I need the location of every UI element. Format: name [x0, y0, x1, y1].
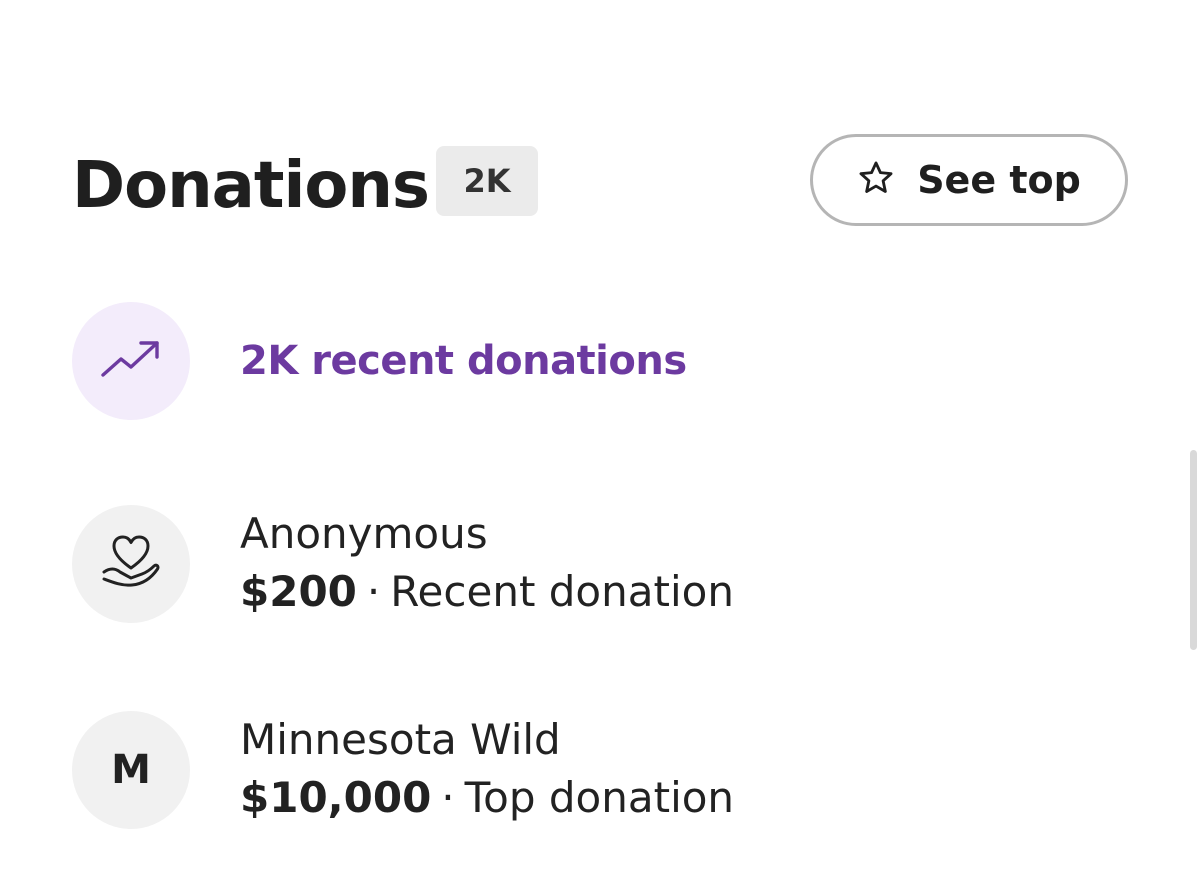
donation-kind: Recent donation	[390, 567, 734, 616]
recent-donations-row[interactable]: 2K recent donations	[72, 302, 1128, 422]
donation-details: $10,000 · Top donation	[240, 767, 734, 829]
star-icon	[857, 159, 895, 201]
donations-header: Donations 2K See top	[72, 134, 1128, 230]
trending-avatar	[72, 302, 190, 420]
donation-kind: Top donation	[464, 773, 735, 822]
donation-item: M Minnesota Wild $10,000 · Top donation	[72, 711, 1128, 831]
trending-up-icon	[99, 337, 163, 385]
donor-info: Minnesota Wild $10,000 · Top donation	[240, 713, 734, 829]
donation-amount: $10,000	[240, 773, 432, 822]
donation-amount: $200	[240, 567, 357, 616]
separator: ·	[441, 773, 455, 822]
recent-donations-link[interactable]: 2K recent donations	[240, 338, 687, 384]
see-top-label: See top	[917, 158, 1081, 202]
donation-item: Anonymous $200 · Recent donation	[72, 505, 1128, 625]
donations-page: Donations 2K See top 2K recent donations	[0, 0, 1200, 875]
donation-details: $200 · Recent donation	[240, 561, 734, 623]
heart-hand-icon	[98, 532, 164, 596]
donor-avatar	[72, 505, 190, 623]
donor-name: Minnesota Wild	[240, 715, 561, 764]
count-badge: 2K	[436, 146, 538, 216]
scrollbar[interactable]	[1190, 450, 1197, 650]
donor-info: Anonymous $200 · Recent donation	[240, 507, 734, 623]
see-top-button[interactable]: See top	[810, 134, 1128, 226]
donor-name: Anonymous	[240, 509, 488, 558]
separator: ·	[366, 567, 381, 616]
avatar-letter: M	[111, 747, 151, 793]
page-title: Donations	[72, 149, 430, 223]
donor-avatar: M	[72, 711, 190, 829]
